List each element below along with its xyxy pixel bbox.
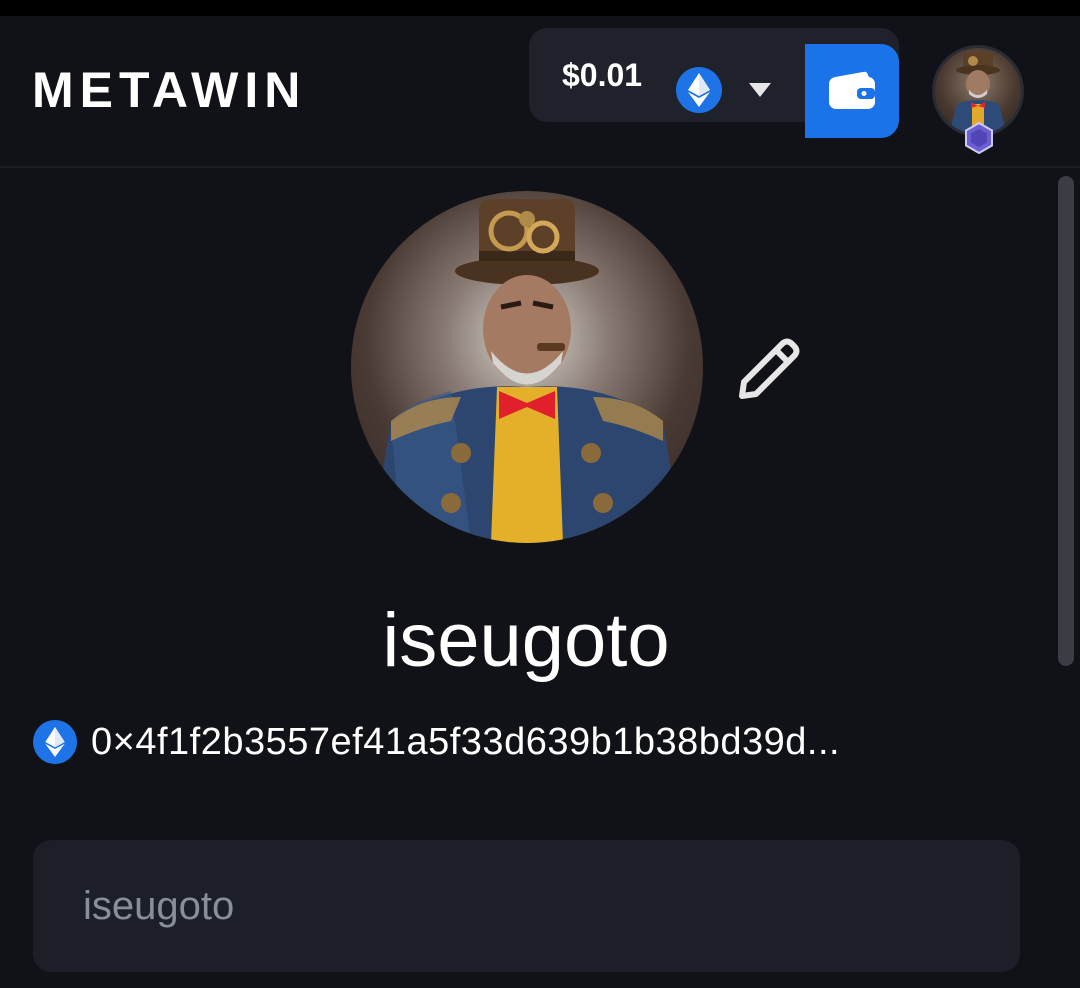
profile-avatar-image <box>351 191 703 543</box>
scrollbar[interactable] <box>1058 176 1074 666</box>
wallet-icon <box>829 71 875 109</box>
wallet-address: 0×4f1f2b3557ef41a5f33d639b1b38bd39d... <box>91 721 841 763</box>
ethereum-icon <box>676 67 722 113</box>
wallet-address-row[interactable]: 0×4f1f2b3557ef41a5f33d639b1b38bd39d... <box>33 717 840 767</box>
chevron-down-icon[interactable] <box>748 81 772 99</box>
logo-text: METAWIN <box>32 62 307 118</box>
ethereum-icon <box>33 720 77 764</box>
profile-username: iseugoto <box>382 598 670 683</box>
pencil-icon[interactable] <box>730 330 806 406</box>
wallet-button[interactable] <box>805 44 899 138</box>
balance-amount: $0.01 <box>562 57 643 93</box>
username-input[interactable] <box>33 840 1020 972</box>
status-bar <box>0 0 1080 16</box>
metawin-logo[interactable]: METAWIN <box>32 62 307 118</box>
level-badge-icon <box>965 122 993 154</box>
